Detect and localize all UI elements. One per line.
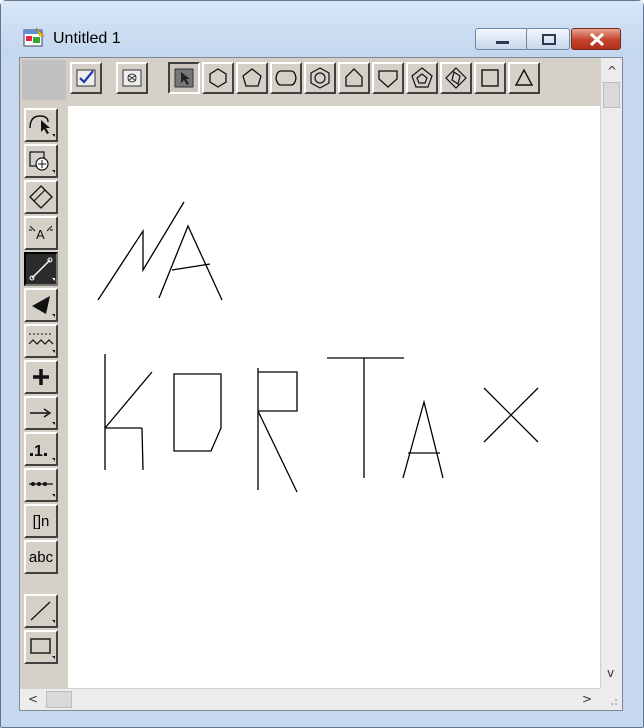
stroke-x	[483, 387, 539, 443]
resize-grip[interactable]	[600, 688, 622, 710]
horizontal-scrollbar[interactable]: < >	[20, 688, 600, 710]
hexagon-icon	[209, 68, 227, 88]
app-drawing-icon	[23, 27, 45, 47]
freehand-drawing	[97, 201, 539, 493]
maximize-button[interactable]	[526, 28, 570, 50]
shield-pentagon-icon	[378, 70, 398, 88]
checkmark-tool[interactable]	[70, 62, 102, 94]
stroke-a1	[158, 224, 223, 301]
rotate-icon	[29, 151, 55, 173]
scroll-right-arrow[interactable]: >	[582, 692, 592, 706]
eraser-tool[interactable]	[24, 180, 58, 214]
rounded-hexagon-icon	[275, 70, 297, 86]
horizontal-scroll-thumb[interactable]	[46, 691, 72, 708]
scroll-up-arrow[interactable]: ^	[607, 64, 617, 78]
camera-tool[interactable]	[116, 62, 148, 94]
minimize-icon	[496, 41, 509, 44]
stroke-k	[104, 354, 153, 471]
camera-icon	[122, 69, 142, 87]
atom-tool[interactable]: A	[24, 216, 58, 250]
toolbar-corner	[22, 60, 66, 100]
dotted-line-icon	[29, 482, 55, 497]
dotted-bond-tool[interactable]	[24, 468, 58, 502]
bracket-icon: []n	[32, 513, 50, 530]
charge-tool[interactable]	[24, 360, 58, 394]
scroll-down-arrow[interactable]: v	[607, 666, 614, 680]
house-tool[interactable]	[338, 62, 370, 94]
check-icon	[76, 69, 96, 87]
plus-icon	[33, 369, 49, 385]
house-pentagon-icon	[345, 68, 363, 87]
pentagon-icon	[242, 68, 262, 87]
stroke-o	[173, 373, 222, 452]
nested-pentagon-tool[interactable]	[406, 62, 438, 94]
line-tool[interactable]	[24, 594, 58, 628]
triangle-tool[interactable]	[508, 62, 540, 94]
bracket-tool[interactable]: []n	[24, 504, 58, 538]
bond-tool[interactable]	[24, 252, 58, 286]
rotate-tool[interactable]	[24, 144, 58, 178]
vertical-scroll-thumb[interactable]	[603, 82, 620, 108]
select-tool[interactable]	[168, 62, 200, 94]
eraser-icon	[29, 185, 53, 209]
stroke-n	[97, 201, 185, 301]
window-title: Untitled 1	[53, 30, 121, 47]
close-button[interactable]	[571, 28, 621, 50]
scroll-left-arrow[interactable]: <	[28, 692, 38, 706]
wedge-tool[interactable]	[24, 288, 58, 322]
arrow-select-icon	[174, 68, 194, 88]
line-icon	[30, 601, 55, 623]
stroke-a1-bar	[171, 263, 211, 271]
arrow-tool[interactable]	[24, 396, 58, 430]
rectangle-icon	[30, 638, 55, 659]
title-bar[interactable]: Untitled 1	[1, 1, 643, 57]
resize-grip-icon	[611, 699, 617, 705]
nested-hexagon-tool[interactable]	[304, 62, 336, 94]
minimize-button[interactable]	[475, 28, 529, 50]
lasso-select-tool[interactable]	[24, 108, 58, 142]
document-area: A 1 []n abc ^ v < >	[19, 57, 623, 711]
number-icon: 1	[30, 443, 55, 461]
shield-tool[interactable]	[372, 62, 404, 94]
nested-hexagon-icon	[310, 67, 330, 89]
top-toolbar-strip	[20, 58, 600, 104]
stroke-t	[327, 357, 404, 478]
wedge-icon	[32, 296, 55, 317]
stroke-a2	[402, 399, 444, 479]
close-icon	[589, 32, 605, 47]
maximize-icon	[542, 34, 556, 45]
nested-diamond-icon	[445, 67, 467, 89]
text-tool[interactable]: abc	[24, 540, 58, 574]
text-icon: abc	[28, 549, 54, 566]
chain-tool[interactable]	[24, 324, 58, 358]
drawing-canvas[interactable]	[68, 106, 600, 688]
square-icon	[481, 69, 499, 87]
stroke-r	[257, 368, 298, 493]
bond-line-icon	[29, 257, 55, 281]
application-window: Untitled 1 A 1 []n abc ^ v < >	[0, 0, 644, 728]
svg-text:1: 1	[34, 443, 43, 460]
rectangle-tool[interactable]	[24, 630, 58, 664]
nested-diamond-tool[interactable]	[440, 62, 472, 94]
arrow-right-icon	[30, 408, 55, 425]
chain-icon	[28, 333, 55, 353]
vertical-scrollbar[interactable]: ^ v	[600, 58, 622, 688]
square-tool[interactable]	[474, 62, 506, 94]
hexagon-tool[interactable]	[202, 62, 234, 94]
atom-icon: A	[29, 225, 53, 242]
svg-text:A: A	[36, 227, 45, 242]
triangle-icon	[514, 68, 534, 86]
pentagon-tool[interactable]	[236, 62, 268, 94]
nested-pentagon-icon	[411, 67, 433, 88]
lasso-arrow-icon	[29, 115, 55, 137]
round-hexagon-tool[interactable]	[270, 62, 302, 94]
number-tool[interactable]: 1	[24, 432, 58, 466]
